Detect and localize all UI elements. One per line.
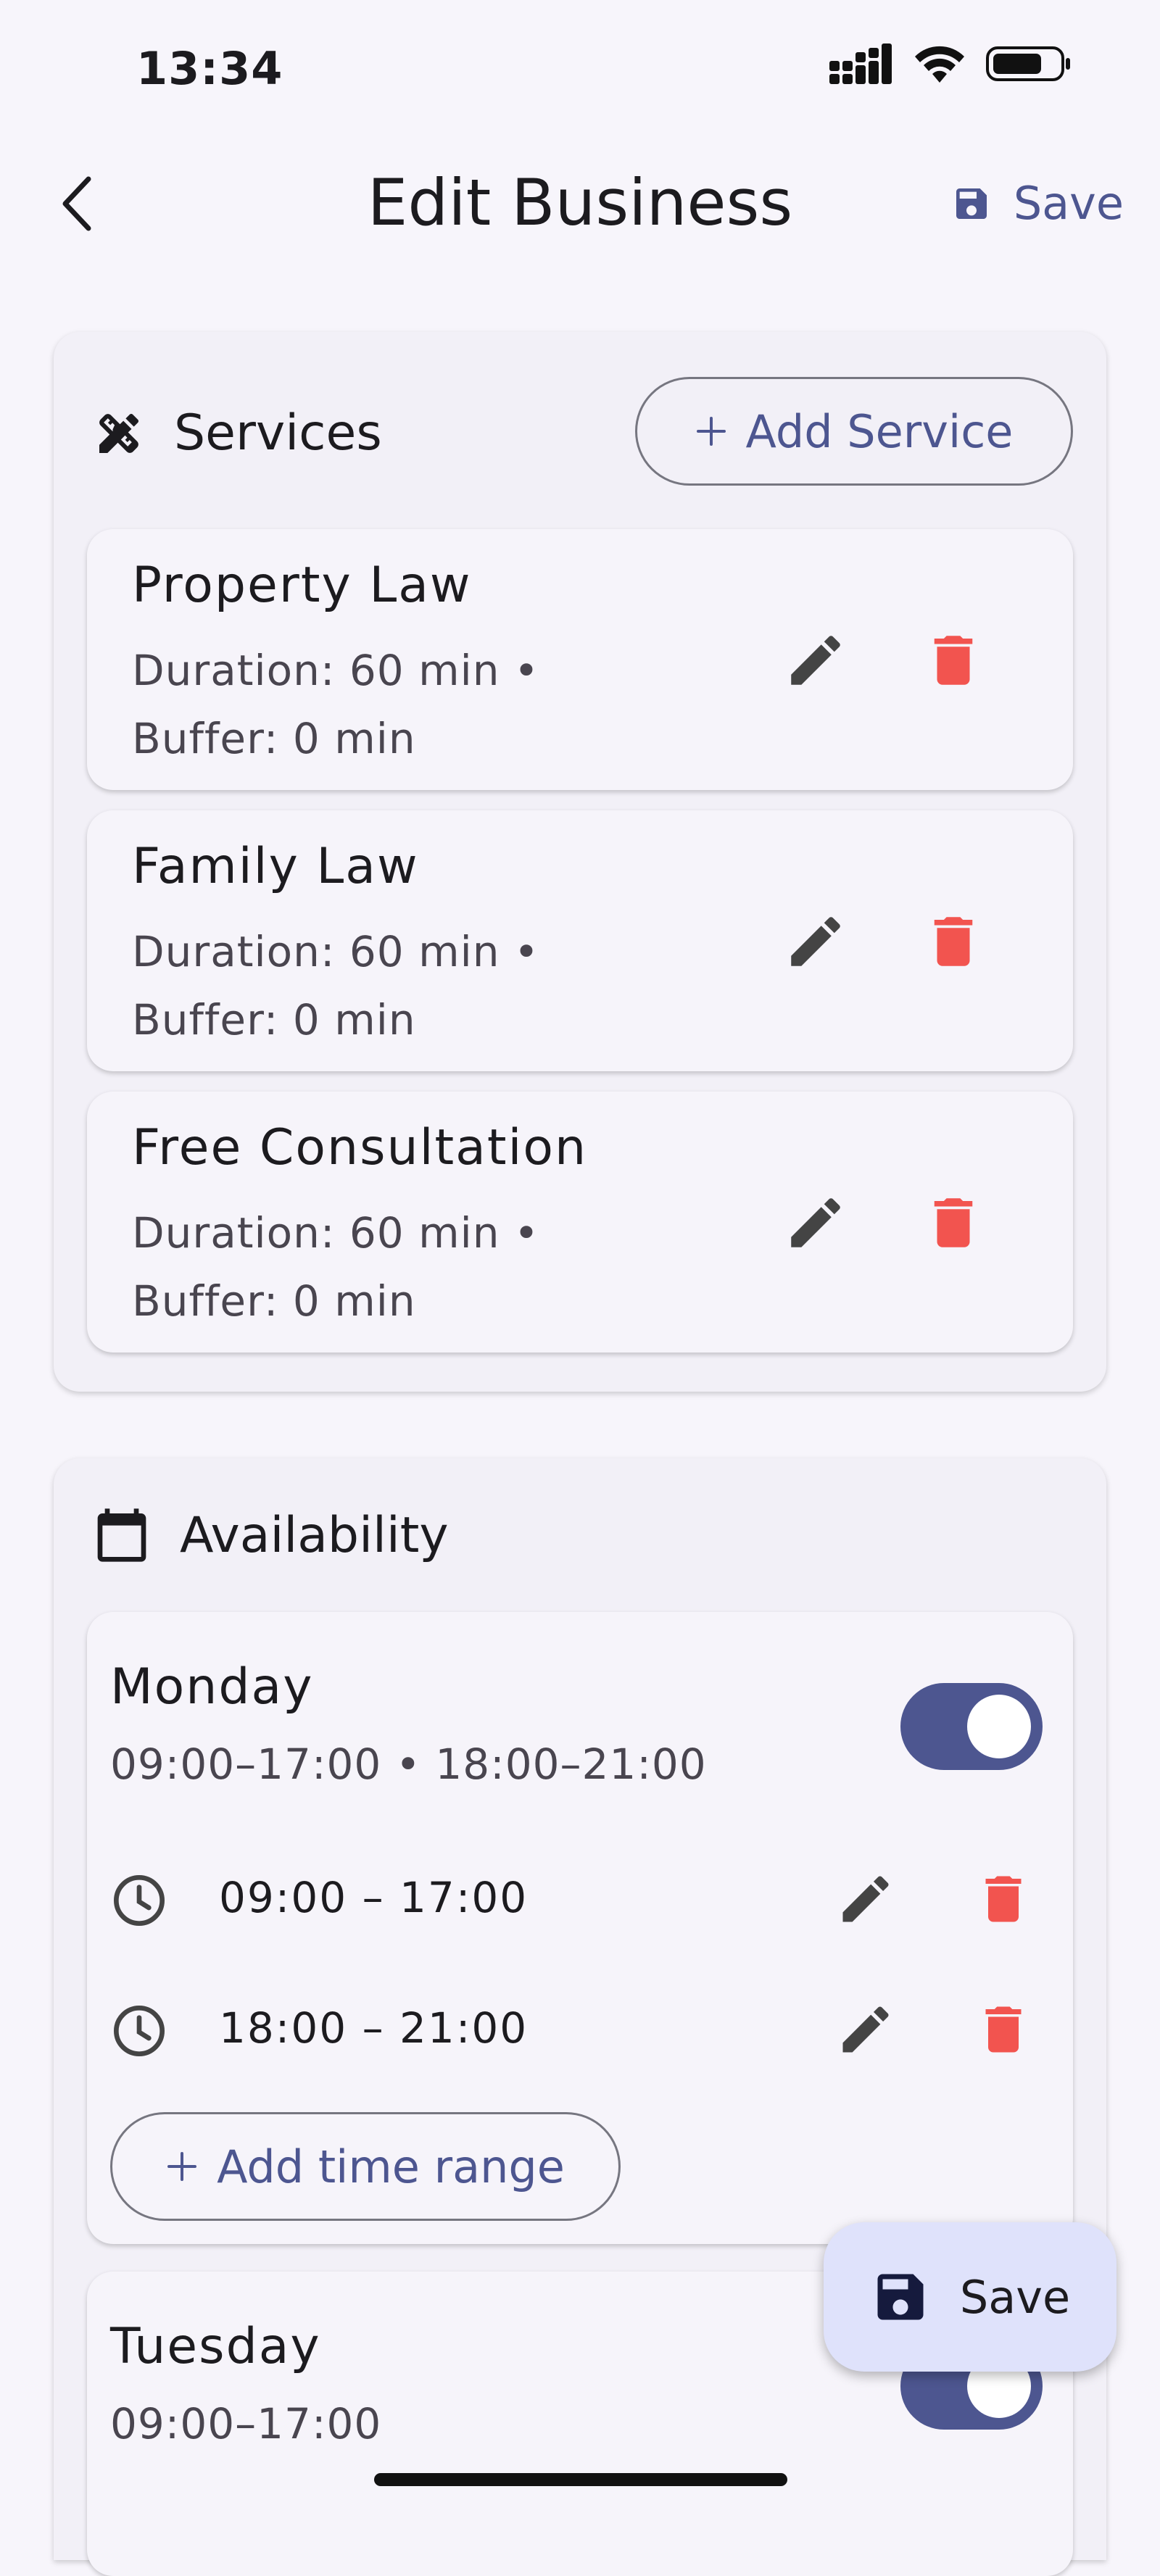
- availability-heading: Availability: [180, 1506, 449, 1564]
- service-item[interactable]: Property Law Duration: 60 min • Buffer: …: [87, 529, 1073, 790]
- calendar-icon: [97, 1508, 146, 1562]
- time-range-row: 09:00 – 17:00: [110, 1858, 1053, 1938]
- delete-icon[interactable]: [921, 1190, 986, 1255]
- service-meta: Duration: 60 min • Buffer: 0 min: [132, 1199, 539, 1335]
- signal-icon: [829, 43, 892, 84]
- availability-card: Availability Monday 09:00–17:00 • 18:00–…: [54, 1458, 1106, 2576]
- time-range-row: 18:00 – 21:00: [110, 1989, 1053, 2069]
- plus-icon: [696, 417, 726, 446]
- time-range-text: 09:00 – 17:00: [219, 1873, 529, 1922]
- service-buffer: Buffer: 0 min: [132, 1276, 416, 1326]
- service-name: Free Consultation: [132, 1119, 588, 1176]
- services-card: Services Add Service Property Law Durati…: [54, 332, 1106, 1392]
- services-heading: Services: [174, 404, 382, 462]
- add-service-label: Add Service: [745, 404, 1014, 458]
- day-summary: 09:00–17:00 • 18:00–21:00: [110, 1740, 707, 1789]
- edit-icon[interactable]: [783, 909, 848, 974]
- service-buffer: Buffer: 0 min: [132, 995, 416, 1044]
- wifi-icon: [915, 46, 964, 83]
- edit-icon[interactable]: [783, 628, 848, 693]
- service-name: Family Law: [132, 838, 419, 895]
- save-fab-label: Save: [959, 2270, 1071, 2324]
- service-duration: Duration: 60 min •: [132, 646, 540, 695]
- home-indicator: [374, 2473, 787, 2486]
- service-meta: Duration: 60 min • Buffer: 0 min: [132, 918, 539, 1054]
- day-monday: Monday 09:00–17:00 • 18:00–21:00 09:00 –…: [87, 1612, 1073, 2244]
- add-time-range-label: Add time range: [217, 2140, 565, 2193]
- clock-icon: [114, 2006, 165, 2056]
- availability-header: Availability: [93, 1505, 449, 1566]
- service-item[interactable]: Family Law Duration: 60 min • Buffer: 0 …: [87, 810, 1073, 1071]
- edit-icon[interactable]: [783, 1190, 848, 1255]
- service-duration: Duration: 60 min •: [132, 927, 540, 976]
- service-meta: Duration: 60 min • Buffer: 0 min: [132, 636, 539, 773]
- edit-icon[interactable]: [835, 1999, 896, 2060]
- service-duration: Duration: 60 min •: [132, 1208, 540, 1258]
- delete-icon[interactable]: [973, 1999, 1034, 2060]
- battery-icon: [986, 46, 1070, 81]
- top-save-button[interactable]: Save: [951, 177, 1124, 230]
- save-icon: [956, 188, 987, 219]
- save-icon: [877, 2274, 924, 2320]
- service-item[interactable]: Free Consultation Duration: 60 min • Buf…: [87, 1092, 1073, 1353]
- add-service-button[interactable]: Add Service: [635, 377, 1073, 486]
- status-time: 13:34: [136, 42, 283, 95]
- day-name: Monday: [110, 1658, 314, 1716]
- monday-toggle[interactable]: [900, 1683, 1043, 1770]
- add-time-range-button[interactable]: Add time range: [110, 2112, 621, 2221]
- delete-icon[interactable]: [921, 628, 986, 693]
- edit-icon[interactable]: [835, 1869, 896, 1929]
- toggle-knob: [967, 1695, 1031, 1758]
- plus-icon: [167, 2152, 197, 2181]
- save-fab[interactable]: Save: [824, 2222, 1116, 2372]
- delete-icon[interactable]: [921, 909, 986, 974]
- day-name: Tuesday: [110, 2318, 321, 2375]
- time-range-text: 18:00 – 21:00: [219, 2003, 529, 2053]
- status-icons: [829, 43, 1073, 84]
- top-save-label: Save: [1013, 177, 1124, 230]
- service-buffer: Buffer: 0 min: [132, 714, 416, 763]
- design-services-icon: [99, 413, 139, 453]
- services-header: Services: [93, 404, 382, 462]
- clock-icon: [114, 1875, 165, 1926]
- service-name: Property Law: [132, 557, 472, 614]
- delete-icon[interactable]: [973, 1869, 1034, 1929]
- day-summary: 09:00–17:00: [110, 2399, 382, 2448]
